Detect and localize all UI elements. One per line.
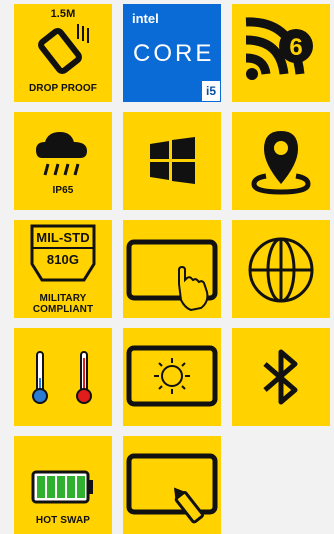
- temperature-tile: [14, 328, 112, 426]
- ip65-tile: IP65: [14, 112, 112, 210]
- wifi-6-tile: 6: [232, 4, 330, 102]
- stylus-tile: [123, 436, 221, 534]
- ip65-label: IP65: [52, 185, 74, 196]
- 810g-text: 810G: [46, 252, 80, 267]
- mil-std-tile: MIL-STD 810G MILITARY COMPLIANT: [14, 220, 112, 318]
- intel-core-i5-tile: intel CORE i5: [123, 4, 221, 102]
- military-label: MILITARY: [39, 293, 87, 304]
- core-text: CORE: [133, 40, 215, 67]
- thermometers-icon: [32, 351, 92, 404]
- globe-tile: [232, 220, 330, 318]
- sunlight-readable-tile: [123, 328, 221, 426]
- drop-proof-label: DROP PROOF: [28, 83, 98, 94]
- compliant-label: COMPLIANT: [32, 304, 94, 315]
- hot-swap-label: HOT SWAP: [35, 515, 91, 526]
- touch-hand-icon: [126, 239, 218, 312]
- intel-brand-text: intel: [132, 11, 159, 26]
- stylus-screen-icon: [126, 453, 218, 524]
- drop-proof-tile: 1.5M DROP PROOF: [14, 4, 112, 102]
- bluetooth-icon: [263, 349, 298, 405]
- windows-icon: [150, 137, 195, 184]
- i5-badge: i5: [202, 81, 220, 101]
- sunlight-screen-icon: [126, 345, 218, 407]
- globe-icon: [248, 237, 314, 303]
- location-pin-icon: [251, 131, 311, 195]
- hot-swap-tile: HOT SWAP: [14, 436, 112, 534]
- mil-std-text: MIL-STD: [36, 230, 90, 245]
- touchscreen-tile: [123, 220, 221, 318]
- wifi-gen-number: 6: [289, 34, 302, 61]
- gps-tile: [232, 112, 330, 210]
- windows-tile: [123, 112, 221, 210]
- wifi-6-icon: 6: [245, 17, 313, 80]
- bluetooth-tile: [232, 328, 330, 426]
